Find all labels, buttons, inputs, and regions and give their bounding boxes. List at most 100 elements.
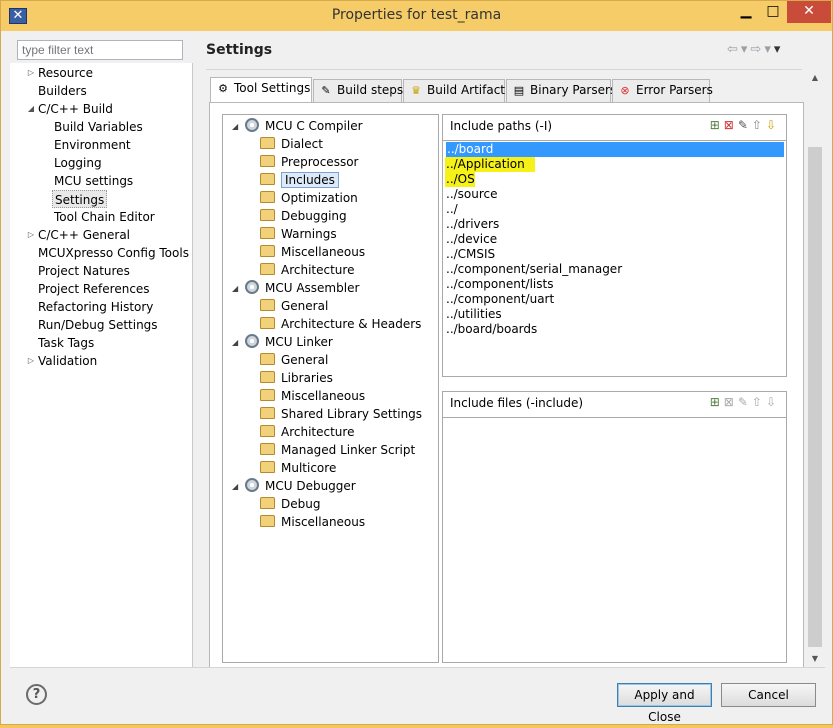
cancel-button[interactable]: Cancel (721, 683, 816, 707)
filter-input[interactable] (17, 40, 183, 60)
list-item[interactable]: ../board (446, 142, 784, 157)
tab-error-parsers[interactable]: ⊗ Error Parsers (612, 79, 713, 102)
build-artifact-icon: ♛ (411, 84, 421, 97)
collapse-icon[interactable]: ◢ (232, 338, 238, 347)
tree-mcu-linker[interactable]: MCU Linker (245, 333, 333, 351)
option-folder-icon (260, 173, 275, 185)
tree-managed-linker-script[interactable]: Managed Linker Script (260, 441, 415, 459)
tool-tree: ◢ MCU C Compiler Dialect Preprocessor In… (222, 114, 439, 663)
nav-item-cpp-general[interactable]: C/C++ General (38, 226, 130, 244)
list-item[interactable]: ../CMSIS (446, 247, 495, 262)
forward-arrow-icon[interactable]: ⇨▾ (750, 42, 773, 57)
tab-tool-settings[interactable]: ⚙ Tool Settings (210, 77, 312, 103)
tree-includes[interactable]: Includes (260, 171, 339, 189)
expand-icon[interactable]: ▷ (26, 230, 36, 239)
tree-architecture-headers[interactable]: Architecture & Headers (260, 315, 421, 333)
delete-icon[interactable]: ⊠ (724, 395, 738, 409)
apply-and-close-button[interactable]: Apply and Close (617, 683, 712, 724)
tree-architecture[interactable]: Architecture (260, 261, 354, 279)
list-item[interactable]: ../component/lists (446, 277, 553, 292)
scroll-down-icon[interactable]: ▼ (807, 654, 823, 663)
tree-debugger-miscellaneous[interactable]: Miscellaneous (260, 513, 365, 531)
close-button[interactable]: ✕ (787, 1, 831, 23)
tab-binary-parsers[interactable]: ▤ Binary Parsers (506, 79, 616, 102)
history-nav[interactable]: ⇦▾⇨▾▾ (727, 42, 783, 57)
tree-mcu-debugger[interactable]: MCU Debugger (245, 477, 356, 495)
list-item[interactable]: ../device (446, 232, 497, 247)
tree-shared-library-settings[interactable]: Shared Library Settings (260, 405, 422, 423)
tree-preprocessor[interactable]: Preprocessor (260, 153, 358, 171)
move-up-icon[interactable]: ⇧ (752, 395, 766, 409)
add-icon[interactable]: ⊞ (710, 395, 724, 409)
tree-linker-architecture[interactable]: Architecture (260, 423, 354, 441)
expand-icon[interactable]: ▷ (26, 68, 36, 77)
tree-mcu-c-compiler[interactable]: MCU C Compiler (245, 117, 363, 135)
tree-linker-miscellaneous[interactable]: Miscellaneous (260, 387, 365, 405)
tree-linker-general[interactable]: General (260, 351, 328, 369)
collapse-icon[interactable]: ◢ (26, 104, 36, 113)
list-item[interactable]: ../ (446, 202, 458, 217)
delete-icon[interactable]: ⊠ (724, 118, 738, 132)
window-title: Properties for test_rama (331, 7, 502, 23)
tree-multicore[interactable]: Multicore (260, 459, 336, 477)
nav-item-task-tags[interactable]: Task Tags (38, 334, 94, 352)
nav-item-refactoring-history[interactable]: Refactoring History (38, 298, 153, 316)
back-arrow-icon[interactable]: ⇦▾ (727, 42, 750, 57)
nav-item-project-references[interactable]: Project References (38, 280, 150, 298)
view-menu-icon[interactable]: ▾ (774, 42, 784, 57)
list-item[interactable]: ../board/boards (446, 322, 537, 337)
vertical-scrollbar[interactable]: ▲ ▼ (807, 69, 823, 667)
tree-debugging[interactable]: Debugging (260, 207, 347, 225)
tab-build-artifact[interactable]: ♛ Build Artifact (403, 79, 505, 102)
nav-item-mcuxpresso-config-tools[interactable]: MCUXpresso Config Tools (38, 244, 189, 262)
edit-icon[interactable]: ✎ (738, 118, 752, 132)
nav-item-tool-chain-editor[interactable]: Tool Chain Editor (54, 208, 155, 226)
nav-item-settings[interactable]: Settings (52, 190, 108, 208)
maximize-button[interactable]: □ (759, 1, 787, 23)
list-item[interactable]: ../component/uart (446, 292, 554, 307)
nav-item-logging[interactable]: Logging (54, 154, 102, 172)
help-icon[interactable]: ? (26, 684, 47, 705)
nav-item-builders[interactable]: Builders (38, 82, 87, 100)
list-item[interactable]: ../component/serial_manager (446, 262, 622, 277)
minimize-button[interactable]: ▁ (732, 1, 760, 23)
list-item[interactable]: ../source (446, 187, 498, 202)
tree-mcu-assembler[interactable]: MCU Assembler (245, 279, 359, 297)
move-up-icon[interactable]: ⇧ (752, 118, 766, 132)
tree-miscellaneous[interactable]: Miscellaneous (260, 243, 365, 261)
scroll-thumb[interactable] (808, 147, 822, 647)
list-item[interactable]: ../drivers (446, 217, 499, 232)
error-parsers-icon: ⊗ (620, 84, 630, 97)
collapse-icon[interactable]: ◢ (232, 284, 238, 293)
tree-libraries[interactable]: Libraries (260, 369, 333, 387)
nav-item-build-variables[interactable]: Build Variables (54, 118, 143, 136)
collapse-icon[interactable]: ◢ (232, 482, 238, 491)
expand-icon[interactable]: ▷ (26, 356, 36, 365)
header-divider (206, 69, 802, 70)
nav-item-run-debug-settings[interactable]: Run/Debug Settings (38, 316, 158, 334)
tree-warnings[interactable]: Warnings (260, 225, 337, 243)
title-bar: ✕ Properties for test_rama ▁ □ ✕ (1, 1, 832, 31)
nav-item-cpp-build[interactable]: C/C++ Build (38, 100, 113, 118)
tree-assembler-general[interactable]: General (260, 297, 328, 315)
nav-item-resource[interactable]: Resource (38, 64, 93, 82)
nav-item-environment[interactable]: Environment (54, 136, 131, 154)
list-item[interactable]: ../OS (446, 172, 475, 187)
add-icon[interactable]: ⊞ (710, 118, 724, 132)
nav-item-validation[interactable]: Validation (38, 352, 97, 370)
move-down-icon[interactable]: ⇩ (766, 395, 780, 409)
tree-optimization[interactable]: Optimization (260, 189, 358, 207)
scroll-up-icon[interactable]: ▲ (807, 73, 823, 82)
include-files-list[interactable] (442, 417, 787, 663)
tree-dialect[interactable]: Dialect (260, 135, 323, 153)
tree-debug[interactable]: Debug (260, 495, 320, 513)
list-item[interactable]: ../utilities (446, 307, 502, 322)
include-paths-list[interactable]: ../board ../Application ../OS ../source … (442, 140, 787, 377)
list-item[interactable]: ../Application (446, 157, 525, 172)
tab-build-steps[interactable]: ✎ Build steps (313, 79, 403, 102)
edit-icon[interactable]: ✎ (738, 395, 752, 409)
nav-item-mcu-settings[interactable]: MCU settings (54, 172, 133, 190)
collapse-icon[interactable]: ◢ (232, 122, 238, 131)
move-down-icon[interactable]: ⇩ (766, 118, 780, 132)
nav-item-project-natures[interactable]: Project Natures (38, 262, 130, 280)
